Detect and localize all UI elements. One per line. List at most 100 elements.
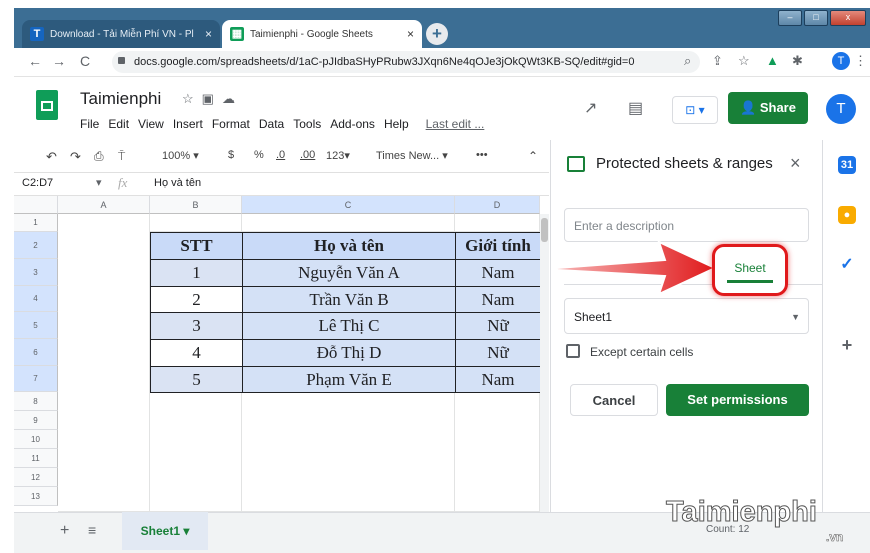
calendar-icon[interactable]: 31 <box>838 156 856 174</box>
select-all-corner[interactable] <box>14 196 58 214</box>
set-permissions-button[interactable]: Set permissions <box>666 384 809 416</box>
empty-cells-b[interactable] <box>150 392 242 512</box>
menu-file[interactable]: File <box>80 117 99 131</box>
star-icon[interactable]: ☆ <box>182 91 202 106</box>
share-page-icon[interactable]: ⇪ <box>712 53 723 69</box>
add-addon-icon[interactable]: + <box>838 336 856 354</box>
table-cell-stt[interactable]: 1 <box>150 259 243 287</box>
menu-tools[interactable]: Tools <box>293 117 321 131</box>
share-button[interactable]: 👤 Share <box>728 92 808 124</box>
maximize-button[interactable]: □ <box>804 10 828 26</box>
row-header[interactable]: 6 <box>14 339 58 366</box>
minimize-button[interactable]: – <box>778 10 802 26</box>
table-header-name[interactable]: Họ và tên <box>242 232 456 260</box>
undo-icon[interactable]: ↶ <box>46 149 57 165</box>
activity-trend-icon[interactable]: ↗ <box>584 98 597 118</box>
table-cell-gender[interactable]: Nam <box>455 259 541 287</box>
menu-help[interactable]: Help <box>384 117 409 131</box>
present-button[interactable]: ⊡ ▾ <box>672 96 718 124</box>
panel-close-icon[interactable]: × <box>790 153 801 174</box>
description-input[interactable]: Enter a description <box>564 208 809 242</box>
table-header-gender[interactable]: Giới tính <box>455 232 541 260</box>
column-header-d[interactable]: D <box>455 196 540 214</box>
row-header[interactable]: 8 <box>14 392 58 411</box>
table-cell-name[interactable]: Lê Thị C <box>242 312 456 340</box>
row-header[interactable]: 2 <box>14 232 58 259</box>
percent-format-button[interactable]: % <box>254 149 264 161</box>
table-cell-name[interactable]: Phạm Văn E <box>242 366 456 393</box>
document-title[interactable]: Taimienphi <box>80 89 161 109</box>
sheet-select[interactable]: Sheet1 ▼ <box>564 298 809 334</box>
sheets-logo-icon[interactable] <box>36 90 58 120</box>
drive-extension-icon[interactable]: ▲ <box>766 53 779 68</box>
url-input[interactable]: docs.google.com/spreadsheets/d/1aC-pJIdb… <box>112 51 700 73</box>
zoom-select[interactable]: 100% ▾ <box>162 149 199 162</box>
bookmark-star-icon[interactable]: ☆ <box>738 53 750 69</box>
browser-tab-sheets[interactable]: ▦ Taimienphi - Google Sheets × <box>222 20 422 48</box>
more-formats-select[interactable]: 123▾ <box>326 149 350 162</box>
cell[interactable] <box>242 214 455 232</box>
table-cell-stt[interactable]: 4 <box>150 339 243 367</box>
row-header[interactable]: 1 <box>14 214 58 232</box>
cell[interactable] <box>150 214 242 232</box>
column-header-a[interactable]: A <box>58 196 150 214</box>
row-header[interactable]: 11 <box>14 449 58 468</box>
font-select[interactable]: Times New... ▾ <box>376 149 448 162</box>
tab-close-icon[interactable]: × <box>205 27 212 41</box>
table-cell-stt[interactable]: 2 <box>150 286 243 313</box>
except-cells-label[interactable]: Except certain cells <box>590 345 693 359</box>
column-header-b[interactable]: B <box>150 196 242 214</box>
print-icon[interactable]: ⎙ <box>94 149 104 164</box>
last-edit-link[interactable]: Last edit ... <box>426 117 485 131</box>
browser-menu-icon[interactable]: ⋮ <box>854 53 867 69</box>
empty-cells-d[interactable] <box>455 392 540 512</box>
window-close-button[interactable]: x <box>830 10 866 26</box>
column-header-c[interactable]: C <box>242 196 455 214</box>
except-cells-checkbox[interactable] <box>566 344 580 358</box>
zoom-icon[interactable]: ⌕ <box>684 53 691 69</box>
row-header[interactable]: 9 <box>14 411 58 430</box>
row-header[interactable]: 3 <box>14 259 58 286</box>
table-cell-gender[interactable]: Nam <box>455 286 541 313</box>
table-cell-stt[interactable]: 5 <box>150 366 243 393</box>
increase-decimal-button[interactable]: .00 <box>300 149 315 161</box>
keep-icon[interactable]: ● <box>838 206 856 224</box>
extensions-icon[interactable]: ✱ <box>792 53 803 69</box>
vertical-scrollbar[interactable] <box>540 214 549 512</box>
table-cell-gender[interactable]: Nữ <box>455 339 541 367</box>
row-header[interactable]: 12 <box>14 468 58 487</box>
menu-addons[interactable]: Add-ons <box>330 117 375 131</box>
table-cell-gender[interactable]: Nữ <box>455 312 541 340</box>
account-avatar[interactable]: T <box>826 94 856 124</box>
formula-input[interactable]: Họ và tên <box>154 177 201 189</box>
menu-edit[interactable]: Edit <box>108 117 129 131</box>
row-header[interactable]: 10 <box>14 430 58 449</box>
row-header[interactable]: 13 <box>14 487 58 506</box>
all-sheets-icon[interactable]: ≡ <box>88 522 96 538</box>
add-sheet-icon[interactable]: + <box>60 522 69 540</box>
scrollbar-thumb[interactable] <box>541 218 548 242</box>
more-toolbar-button[interactable]: ••• <box>476 149 488 161</box>
menu-view[interactable]: View <box>138 117 164 131</box>
name-box[interactable]: C2:D7 <box>22 177 53 189</box>
table-cell-name[interactable]: Trần Văn B <box>242 286 456 313</box>
cancel-button[interactable]: Cancel <box>570 384 658 416</box>
forward-icon[interactable]: → <box>52 53 66 69</box>
move-folder-icon[interactable]: ▣ <box>202 91 222 106</box>
name-box-caret-icon[interactable]: ▾ <box>96 176 102 189</box>
new-tab-button[interactable]: + <box>426 23 448 45</box>
comments-icon[interactable]: ▤ <box>628 98 643 118</box>
browser-profile-avatar[interactable]: T <box>832 52 850 70</box>
currency-format-button[interactable]: $ <box>228 149 234 161</box>
menu-insert[interactable]: Insert <box>173 117 203 131</box>
sheet-tab-highlighted[interactable]: Sheet <box>712 244 788 296</box>
menu-format[interactable]: Format <box>212 117 250 131</box>
column-a-cells[interactable] <box>58 214 150 512</box>
tasks-icon[interactable]: ✓ <box>838 256 856 274</box>
tab-close-icon[interactable]: × <box>407 27 414 41</box>
table-cell-name[interactable]: Đỗ Thị D <box>242 339 456 367</box>
row-header[interactable]: 7 <box>14 366 58 392</box>
row-header[interactable]: 5 <box>14 312 58 339</box>
browser-tab-download[interactable]: T Download - Tải Miễn Phí VN - Pl × <box>22 20 220 48</box>
back-icon[interactable]: ← <box>28 53 42 69</box>
